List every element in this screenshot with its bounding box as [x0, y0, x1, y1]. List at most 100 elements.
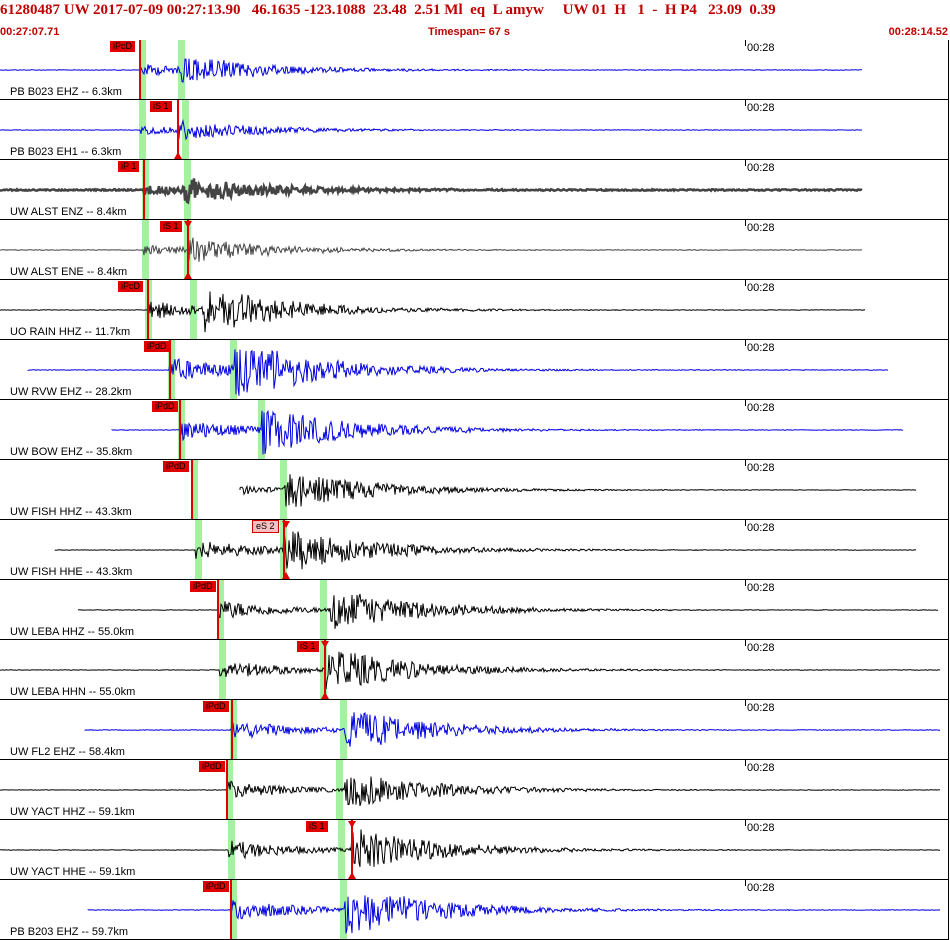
waveform-panel[interactable]: iPdD 00:28 UW YACT HHZ -- 59.1km [0, 760, 949, 820]
waveform-panels[interactable]: iPcD 00:28 PB B023 EHZ -- 6.3km iS 1 00:28 PB… [0, 40, 950, 940]
pick-label[interactable]: iPdD [163, 461, 189, 472]
pick-marker-line[interactable] [217, 580, 219, 639]
pick-label[interactable]: iS 1 [160, 221, 182, 232]
pick-marker-line[interactable] [177, 100, 179, 159]
seismogram-trace [0, 119, 863, 141]
waveform-panel[interactable]: iPdD 00:28 UW RVW EHZ -- 28.2km [0, 340, 949, 400]
waveform-panel[interactable]: iS 1 00:28 UW LEBA HHN -- 55.0km [0, 640, 949, 700]
waveform-panel[interactable]: iPcD 00:28 UO RAIN HHZ -- 11.7km [0, 280, 949, 340]
pick-triangle-down-icon [184, 221, 192, 228]
waveform-panel[interactable]: iPdD 00:28 PB B203 EHZ -- 59.7km [0, 880, 949, 940]
seismogram-trace [239, 474, 917, 507]
seismogram-trace [0, 776, 941, 807]
waveform-panel[interactable]: iPcD 00:28 PB B023 EHZ -- 6.3km [0, 40, 949, 100]
pick-label[interactable]: iS 1 [297, 641, 319, 652]
pick-triangle-up-icon [348, 872, 356, 879]
waveform-panel[interactable]: iS 1 00:28 PB B023 EH1 -- 6.3km [0, 100, 949, 160]
time-tick [745, 400, 746, 406]
channel-label: UW LEBA HHN -- 55.0km [10, 686, 136, 698]
trace-path [87, 895, 941, 934]
event-title: 61280487 UW 2017-07-09 00:27:13.90 46.16… [0, 2, 776, 18]
pick-triangle-down-icon [282, 521, 290, 528]
seismogram-trace [84, 712, 941, 747]
pick-label[interactable]: iPdD [199, 761, 225, 772]
pick-label[interactable]: iPdD [190, 581, 216, 592]
pick-marker-line[interactable] [351, 820, 353, 879]
time-tick-label: 00:28 [747, 342, 775, 354]
time-tick [745, 820, 746, 826]
time-tick-label: 00:28 [747, 282, 775, 294]
channel-label: UW YACT HHE -- 59.1km [10, 866, 136, 878]
trace-path [0, 776, 941, 807]
pick-marker-line[interactable] [191, 460, 193, 519]
trace-path [239, 474, 917, 507]
seismogram-trace [0, 237, 863, 262]
pick-marker-line[interactable] [187, 220, 189, 279]
time-tick-label: 00:28 [747, 222, 775, 234]
pick-label[interactable]: eS 2 [252, 520, 279, 533]
time-tick [745, 160, 746, 166]
pick-label[interactable]: iS 1 [306, 821, 328, 832]
waveform-panel[interactable]: iPdD 00:28 UW LEBA HHZ -- 55.0km [0, 580, 949, 640]
pick-label[interactable]: iPdD [203, 881, 229, 892]
end-time: 00:28:14.52 [888, 26, 948, 38]
time-tick [745, 520, 746, 526]
time-tick-label: 00:28 [747, 162, 775, 174]
waveform-panel[interactable]: iPdD 00:28 UW BOW EHZ -- 35.8km [0, 400, 949, 460]
channel-label: UW BOW EHZ -- 35.8km [10, 446, 133, 458]
seismogram-trace [54, 530, 917, 570]
time-tick-label: 00:28 [747, 702, 775, 714]
pick-marker-line[interactable] [179, 400, 181, 459]
channel-label: UW FISH HHZ -- 43.3km [10, 506, 132, 518]
pick-label[interactable]: iPcD [118, 281, 144, 292]
time-tick [745, 700, 746, 706]
pick-label[interactable]: iPdD [152, 401, 178, 412]
waveform-panel[interactable]: iS 1 00:28 UW YACT HHE -- 59.1km [0, 820, 949, 880]
time-tick [745, 580, 746, 586]
channel-label: UO RAIN HHZ -- 11.7km [10, 326, 131, 338]
waveform-panel[interactable]: iPdD 00:28 UW FL2 EHZ -- 58.4km [0, 700, 949, 760]
pick-marker-line[interactable] [147, 280, 149, 339]
start-time: 00:27:07.71 [0, 26, 60, 38]
channel-label: PB B023 EHZ -- 6.3km [10, 86, 122, 98]
time-tick-label: 00:28 [747, 582, 775, 594]
pick-triangle-up-icon [321, 692, 329, 699]
pick-marker-line[interactable] [283, 520, 285, 579]
seismogram-trace [87, 895, 941, 934]
time-tick [745, 880, 746, 886]
pick-marker-line[interactable] [324, 640, 326, 699]
waveform-panel[interactable]: iP 1 00:28 UW ALST ENZ -- 8.4km [0, 160, 949, 220]
time-tick [745, 340, 746, 346]
channel-label: UW ALST ENZ -- 8.4km [10, 206, 127, 218]
pick-label[interactable]: iP 1 [118, 161, 140, 172]
channel-label: UW ALST ENE -- 8.4km [10, 266, 128, 278]
pick-triangle-up-icon [282, 572, 290, 579]
channel-label: UW FL2 EHZ -- 58.4km [10, 746, 125, 758]
time-tick [745, 100, 746, 106]
time-tick [745, 280, 746, 286]
channel-label: PB B203 EHZ -- 59.7km [10, 926, 128, 938]
channel-label: UW LEBA HHZ -- 55.0km [10, 626, 135, 638]
trace-path [0, 237, 863, 262]
pick-label[interactable]: iPdD [144, 341, 170, 352]
channel-label: PB B023 EH1 -- 6.3km [10, 146, 122, 158]
waveform-panel[interactable]: iS 1 00:28 UW ALST ENE -- 8.4km [0, 220, 949, 280]
pick-label[interactable]: iPdD [203, 701, 229, 712]
pick-marker-line[interactable] [226, 760, 228, 819]
pick-triangle-down-icon [348, 821, 356, 828]
pick-label[interactable]: iPcD [110, 41, 136, 52]
pick-marker-line[interactable] [231, 700, 233, 759]
time-tick [745, 640, 746, 646]
trace-path [0, 651, 941, 690]
pick-marker-line[interactable] [143, 160, 145, 219]
timespan-label: Timespan= 67 s [428, 26, 511, 38]
waveform-panel[interactable]: eS 2 00:28 UW FISH HHE -- 43.3km [0, 520, 949, 580]
trace-path [27, 349, 889, 396]
time-tick [745, 220, 746, 226]
pick-marker-line[interactable] [230, 880, 232, 939]
pick-triangle-up-icon [184, 272, 192, 279]
pick-marker-line[interactable] [139, 40, 141, 99]
trace-path [54, 530, 917, 570]
pick-label[interactable]: iS 1 [150, 101, 172, 112]
waveform-panel[interactable]: iPdD 00:28 UW FISH HHZ -- 43.3km [0, 460, 949, 520]
